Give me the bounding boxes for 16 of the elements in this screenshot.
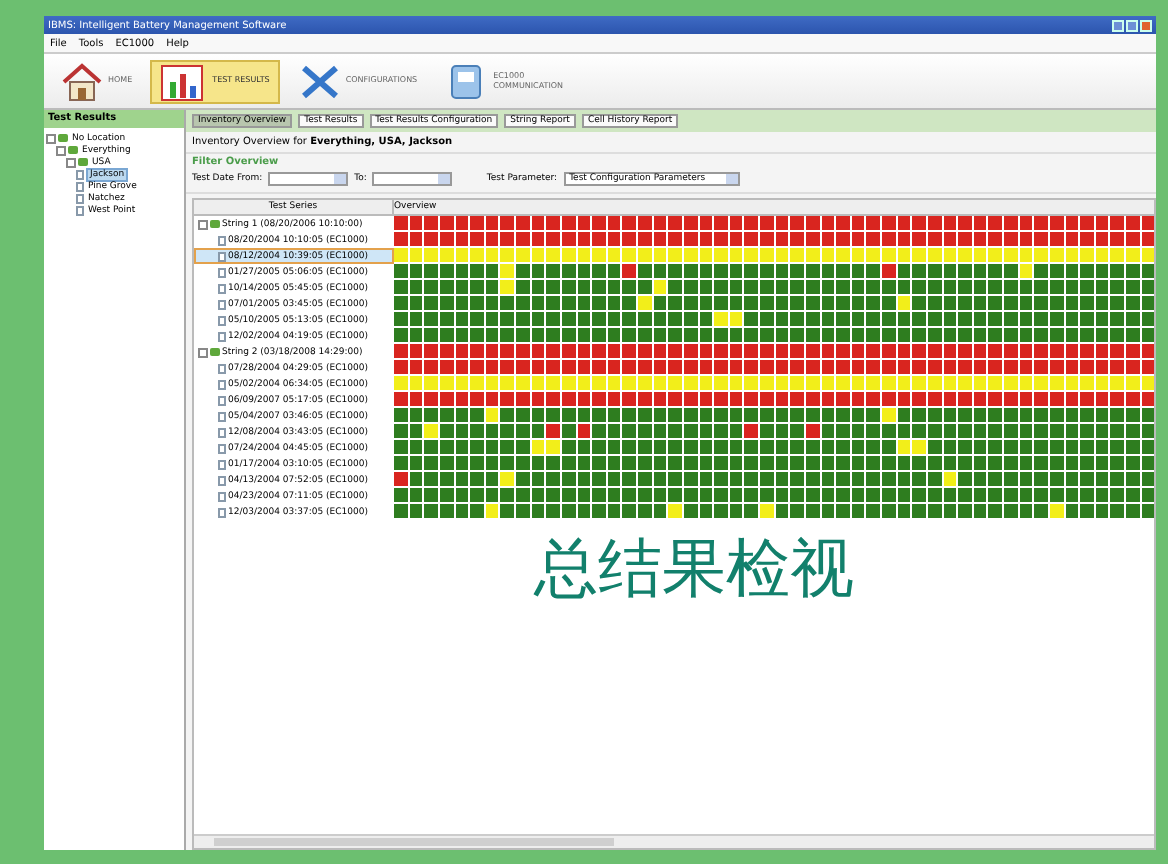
close-button[interactable] <box>1140 19 1152 31</box>
battery-string-icon <box>210 348 220 356</box>
battery-string-icon <box>210 220 220 228</box>
chart-icon <box>160 61 209 101</box>
tools-icon <box>297 61 342 101</box>
date-from-field[interactable] <box>268 172 349 186</box>
caption: 总结果检视 <box>534 528 854 608</box>
dropdown-icon[interactable] <box>334 174 347 184</box>
scrollbar[interactable] <box>194 834 1154 848</box>
dropdown-icon[interactable] <box>438 174 451 184</box>
date-to-field[interactable] <box>372 172 453 186</box>
maximize-button[interactable] <box>1126 19 1138 31</box>
minimize-button[interactable] <box>1112 19 1124 31</box>
house-icon <box>60 61 104 101</box>
collapse-icon[interactable] <box>198 219 208 229</box>
collapse-icon[interactable] <box>198 347 208 357</box>
